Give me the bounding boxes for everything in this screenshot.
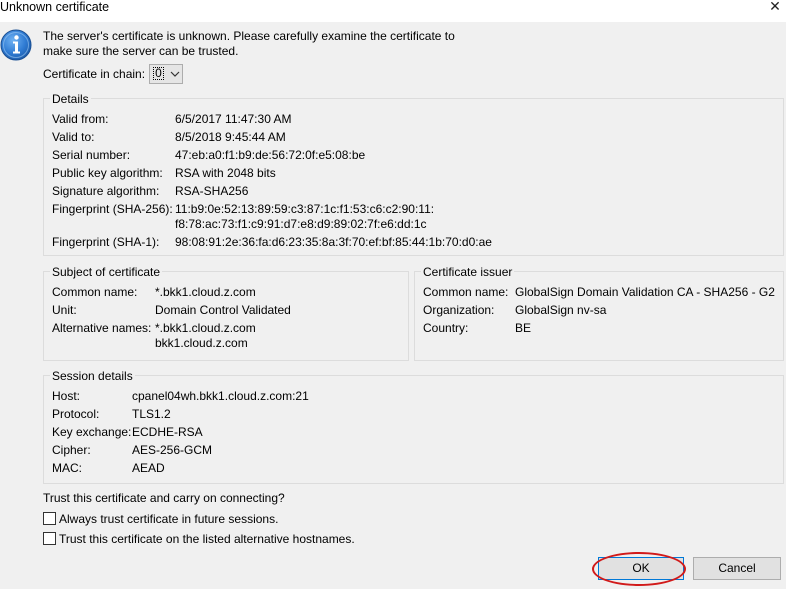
sha1-fingerprint-value: 98:08:91:2e:36:fa:d6:23:35:8a:3f:70:ef:b… — [175, 235, 492, 249]
always-trust-label[interactable]: Always trust certificate in future sessi… — [59, 512, 278, 526]
subject-alt-name-value: *.bkk1.cloud.z.com — [155, 321, 256, 335]
certificate-chain-select[interactable]: 0 — [149, 64, 183, 84]
trust-alt-hostnames-label[interactable]: Trust this certificate on the listed alt… — [59, 532, 355, 546]
public-key-value: RSA with 2048 bits — [175, 166, 276, 180]
subject-common-name-value: *.bkk1.cloud.z.com — [155, 285, 256, 299]
subject-alt-name-value-2: bkk1.cloud.z.com — [155, 336, 248, 350]
subject-label: Unit: — [52, 303, 77, 317]
serial-number-value: 47:eb:a0:f1:b9:de:56:72:0f:e5:08:be — [175, 148, 366, 162]
session-host-value: cpanel04wh.bkk1.cloud.z.com:21 — [132, 389, 309, 403]
window-title: Unknown certificate — [0, 0, 110, 14]
signature-algorithm-value: RSA-SHA256 — [175, 184, 249, 198]
subject-group-title: Subject of certificate — [50, 265, 163, 279]
session-protocol-value: TLS1.2 — [132, 407, 171, 421]
warning-message: The server's certificate is unknown. Ple… — [43, 29, 473, 59]
sha256-fingerprint-value: 11:b9:0e:52:13:89:59:c3:87:1c:f1:53:c6:c… — [175, 202, 435, 216]
detail-label: Serial number: — [52, 148, 131, 162]
issuer-common-name-value: GlobalSign Domain Validation CA - SHA256… — [515, 285, 775, 299]
issuer-label: Common name: — [423, 285, 509, 299]
issuer-group-title: Certificate issuer — [421, 265, 515, 279]
detail-label: Valid from: — [52, 112, 109, 126]
session-key-exchange-value: ECDHE-RSA — [132, 425, 203, 439]
detail-label: Public key algorithm: — [52, 166, 163, 180]
chevron-down-icon — [170, 71, 180, 77]
sha256-fingerprint-value-2: f8:78:ac:73:f1:c9:91:d7:e8:d9:89:02:7f:e… — [175, 217, 427, 231]
trust-alt-hostnames-checkbox[interactable] — [43, 532, 56, 545]
issuer-label: Organization: — [423, 303, 495, 317]
message-line-1: The server's certificate is unknown. Ple… — [43, 29, 455, 43]
title-bar: Unknown certificate ✕ — [0, 0, 786, 22]
subject-unit-value: Domain Control Validated — [155, 303, 291, 317]
issuer-label: Country: — [423, 321, 469, 335]
session-label: Key exchange: — [52, 425, 132, 439]
session-label: Host: — [52, 389, 81, 403]
subject-label: Common name: — [52, 285, 138, 299]
ok-button[interactable]: OK — [598, 557, 684, 580]
session-group-title: Session details — [50, 369, 135, 383]
detail-label: Fingerprint (SHA-256): — [52, 202, 173, 216]
close-icon[interactable]: ✕ — [764, 0, 786, 18]
issuer-country-value: BE — [515, 321, 532, 335]
message-line-2: make sure the server can be trusted. — [43, 44, 239, 58]
subject-label: Alternative names: — [52, 321, 152, 335]
details-group-title: Details — [50, 92, 91, 106]
trust-question: Trust this certificate and carry on conn… — [43, 491, 285, 505]
issuer-organization-value: GlobalSign nv-sa — [515, 303, 607, 317]
certificate-chain-label: Certificate in chain: — [43, 67, 146, 81]
detail-label: Signature algorithm: — [52, 184, 160, 198]
valid-to-value: 8/5/2018 9:45:44 AM — [175, 130, 286, 144]
always-trust-checkbox[interactable] — [43, 512, 56, 525]
info-icon — [0, 29, 32, 61]
session-label: Cipher: — [52, 443, 91, 457]
session-cipher-value: AES-256-GCM — [132, 443, 213, 457]
certificate-chain-value: 0 — [153, 67, 164, 80]
session-label: Protocol: — [52, 407, 100, 421]
detail-label: Fingerprint (SHA-1): — [52, 235, 160, 249]
detail-label: Valid to: — [52, 130, 95, 144]
session-mac-value: AEAD — [132, 461, 165, 475]
valid-from-value: 6/5/2017 11:47:30 AM — [175, 112, 292, 126]
cancel-button[interactable]: Cancel — [693, 557, 781, 580]
session-label: MAC: — [52, 461, 82, 475]
